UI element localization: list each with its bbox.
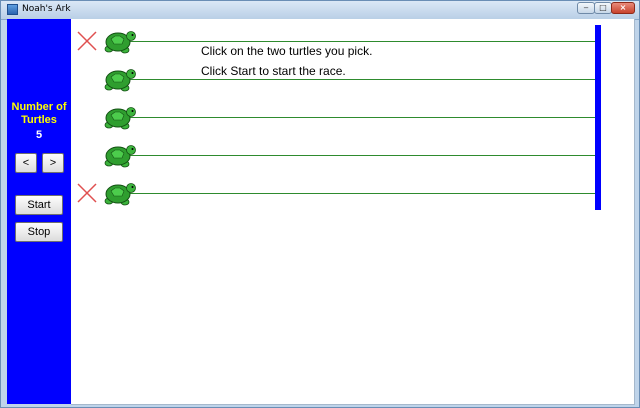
control-sidebar: Number of Turtles 5 < > Start Stop	[7, 19, 71, 404]
number-of-turtles-value: 5	[35, 129, 43, 141]
title-bar[interactable]: Noah's Ark ‒ □ ×	[1, 1, 639, 20]
turtle-icon[interactable]	[103, 65, 137, 93]
lane-line-2	[107, 79, 595, 80]
lane-line-5	[107, 193, 595, 194]
increase-turtles-button[interactable]: >	[42, 153, 64, 173]
x-mark-icon	[77, 183, 97, 203]
lane-line-1	[107, 41, 595, 42]
race-track: Click on the two turtles you pick. Click…	[71, 19, 635, 405]
instruction-line-2: Click Start to start the race.	[201, 64, 346, 78]
turtle-icon[interactable]	[103, 27, 137, 55]
app-window: Noah's Ark ‒ □ × Number of Turtles 5 < >…	[0, 0, 640, 408]
window-title: Noah's Ark	[22, 4, 71, 14]
turtle-icon[interactable]	[103, 141, 137, 169]
maximize-icon: □	[599, 3, 607, 12]
minimize-button[interactable]: ‒	[577, 2, 595, 14]
start-button[interactable]: Start	[15, 195, 63, 215]
app-icon	[7, 4, 18, 15]
turtle-icon[interactable]	[103, 179, 137, 207]
lane-line-4	[107, 155, 595, 156]
finish-line	[595, 25, 601, 210]
number-of-turtles-label: Number of Turtles	[11, 101, 67, 126]
stop-button[interactable]: Stop	[15, 222, 63, 242]
minimize-icon: ‒	[583, 3, 589, 12]
x-mark-icon	[77, 31, 97, 51]
turtle-icon[interactable]	[103, 103, 137, 131]
instruction-line-1: Click on the two turtles you pick.	[201, 44, 373, 58]
decrease-turtles-button[interactable]: <	[15, 153, 37, 173]
close-button[interactable]: ×	[611, 2, 635, 14]
close-icon: ×	[619, 3, 627, 12]
maximize-button[interactable]: □	[594, 2, 612, 14]
lane-line-3	[107, 117, 595, 118]
